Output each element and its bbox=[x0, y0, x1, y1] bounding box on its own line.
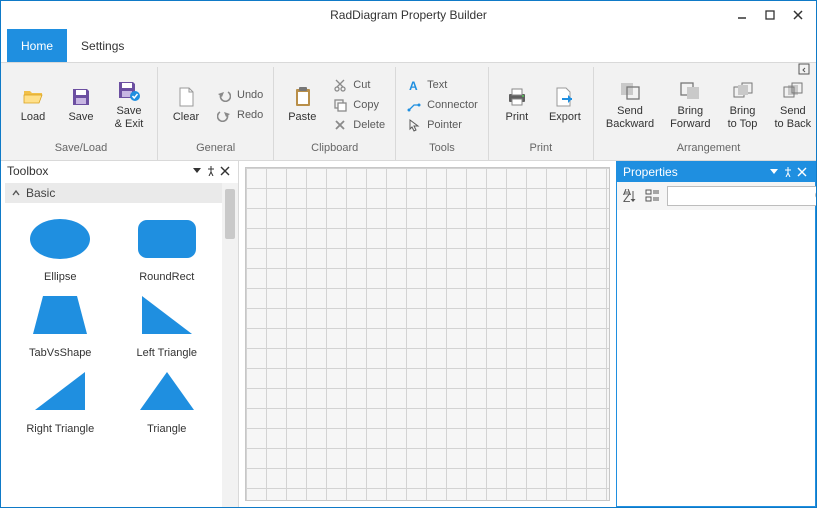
shape-right-triangle[interactable]: Right Triangle bbox=[9, 363, 112, 435]
send-to-back-icon bbox=[781, 79, 805, 103]
text-tool-button[interactable]: A Text bbox=[402, 76, 482, 94]
ribbon-group-clipboard: Paste Cut Copy bbox=[274, 67, 396, 160]
maximize-button[interactable] bbox=[756, 5, 784, 25]
categorized-button[interactable] bbox=[645, 186, 661, 206]
clear-button[interactable]: Clear bbox=[164, 83, 208, 125]
send-to-back-button[interactable]: Send to Back bbox=[769, 77, 817, 131]
save-button[interactable]: Save bbox=[59, 83, 103, 125]
redo-icon bbox=[216, 107, 232, 123]
undo-icon bbox=[216, 87, 232, 103]
bring-forward-button[interactable]: Bring Forward bbox=[664, 77, 716, 131]
pointer-icon bbox=[406, 117, 422, 133]
toolbox-scrollbar[interactable] bbox=[222, 183, 238, 507]
properties-body bbox=[617, 210, 815, 506]
window-buttons bbox=[728, 5, 812, 25]
workspace: Toolbox Basic Ellipse bbox=[1, 161, 816, 507]
file-icon bbox=[174, 85, 198, 109]
properties-search[interactable] bbox=[667, 186, 816, 206]
toolbox-panel: Toolbox Basic Ellipse bbox=[1, 161, 239, 507]
connector-tool-button[interactable]: Connector bbox=[402, 96, 482, 114]
close-icon[interactable] bbox=[795, 165, 809, 179]
toolbox-header: Toolbox bbox=[1, 161, 238, 181]
export-icon bbox=[553, 85, 577, 109]
bring-to-top-icon bbox=[731, 79, 755, 103]
pin-icon[interactable] bbox=[781, 165, 795, 179]
chevron-up-icon bbox=[11, 188, 21, 198]
copy-icon bbox=[332, 97, 348, 113]
delete-icon bbox=[332, 117, 348, 133]
titlebar: RadDiagram Property Builder bbox=[1, 1, 816, 29]
shape-left-triangle[interactable]: Left Triangle bbox=[116, 287, 219, 359]
svg-text:A: A bbox=[409, 79, 418, 92]
cut-button[interactable]: Cut bbox=[328, 76, 389, 94]
sort-az-button[interactable]: AZ bbox=[623, 186, 639, 206]
delete-button[interactable]: Delete bbox=[328, 116, 389, 134]
ribbon-group-arrangement: Send Backward Bring Forward Bring to Top bbox=[594, 67, 817, 160]
load-button[interactable]: Load bbox=[11, 83, 55, 125]
folder-open-icon bbox=[21, 85, 45, 109]
export-button[interactable]: Export bbox=[543, 83, 587, 125]
pin-icon[interactable] bbox=[204, 164, 218, 178]
ribbon-group-tools: A Text Connector Pointer bbox=[396, 67, 489, 160]
printer-icon bbox=[505, 85, 529, 109]
save-check-icon bbox=[117, 79, 141, 103]
svg-text:Z: Z bbox=[623, 191, 630, 203]
dropdown-icon[interactable] bbox=[190, 164, 204, 178]
shape-tabvsshape[interactable]: TabVsShape bbox=[9, 287, 112, 359]
send-backward-icon bbox=[618, 79, 642, 103]
close-button[interactable] bbox=[784, 5, 812, 25]
app-window: RadDiagram Property Builder Home Setting… bbox=[0, 0, 817, 508]
connector-icon bbox=[406, 97, 422, 113]
minimize-button[interactable] bbox=[728, 5, 756, 25]
properties-header: Properties bbox=[617, 162, 815, 182]
diagram-canvas[interactable] bbox=[245, 167, 610, 501]
dropdown-icon[interactable] bbox=[767, 165, 781, 179]
ribbon-group-saveload: Load Save Save & Exit Save/Load bbox=[5, 67, 158, 160]
scissors-icon bbox=[332, 77, 348, 93]
ribbon-group-print: Print Export Print bbox=[489, 67, 594, 160]
save-icon bbox=[69, 85, 93, 109]
tab-settings[interactable]: Settings bbox=[67, 29, 138, 62]
bring-forward-icon bbox=[678, 79, 702, 103]
canvas-wrap bbox=[239, 161, 616, 507]
properties-toolbar: AZ bbox=[617, 182, 815, 210]
print-button[interactable]: Print bbox=[495, 83, 539, 125]
shape-ellipse[interactable]: Ellipse bbox=[9, 211, 112, 283]
shape-roundrect[interactable]: RoundRect bbox=[116, 211, 219, 283]
tabstrip: Home Settings bbox=[1, 29, 816, 63]
ribbon-expand-icon[interactable] bbox=[796, 61, 812, 77]
redo-button[interactable]: Redo bbox=[212, 106, 267, 124]
clipboard-icon bbox=[290, 85, 314, 109]
ribbon: Load Save Save & Exit Save/Load bbox=[1, 63, 816, 161]
copy-button[interactable]: Copy bbox=[328, 96, 389, 114]
text-icon: A bbox=[406, 77, 422, 93]
bring-to-top-button[interactable]: Bring to Top bbox=[721, 77, 765, 131]
tab-home[interactable]: Home bbox=[7, 29, 67, 62]
toolbox-group-header[interactable]: Basic bbox=[5, 183, 222, 203]
window-title: RadDiagram Property Builder bbox=[330, 8, 487, 22]
scrollbar-thumb[interactable] bbox=[225, 189, 235, 239]
paste-button[interactable]: Paste bbox=[280, 83, 324, 125]
pointer-tool-button[interactable]: Pointer bbox=[402, 116, 482, 134]
save-exit-button[interactable]: Save & Exit bbox=[107, 77, 151, 131]
shape-triangle[interactable]: Triangle bbox=[116, 363, 219, 435]
send-backward-button[interactable]: Send Backward bbox=[600, 77, 660, 131]
undo-button[interactable]: Undo bbox=[212, 86, 267, 104]
properties-search-input[interactable] bbox=[672, 190, 814, 202]
properties-panel: Properties AZ bbox=[616, 161, 816, 507]
close-icon[interactable] bbox=[218, 164, 232, 178]
ribbon-group-general: Clear Undo Redo bbox=[158, 67, 274, 160]
search-icon bbox=[814, 189, 816, 203]
